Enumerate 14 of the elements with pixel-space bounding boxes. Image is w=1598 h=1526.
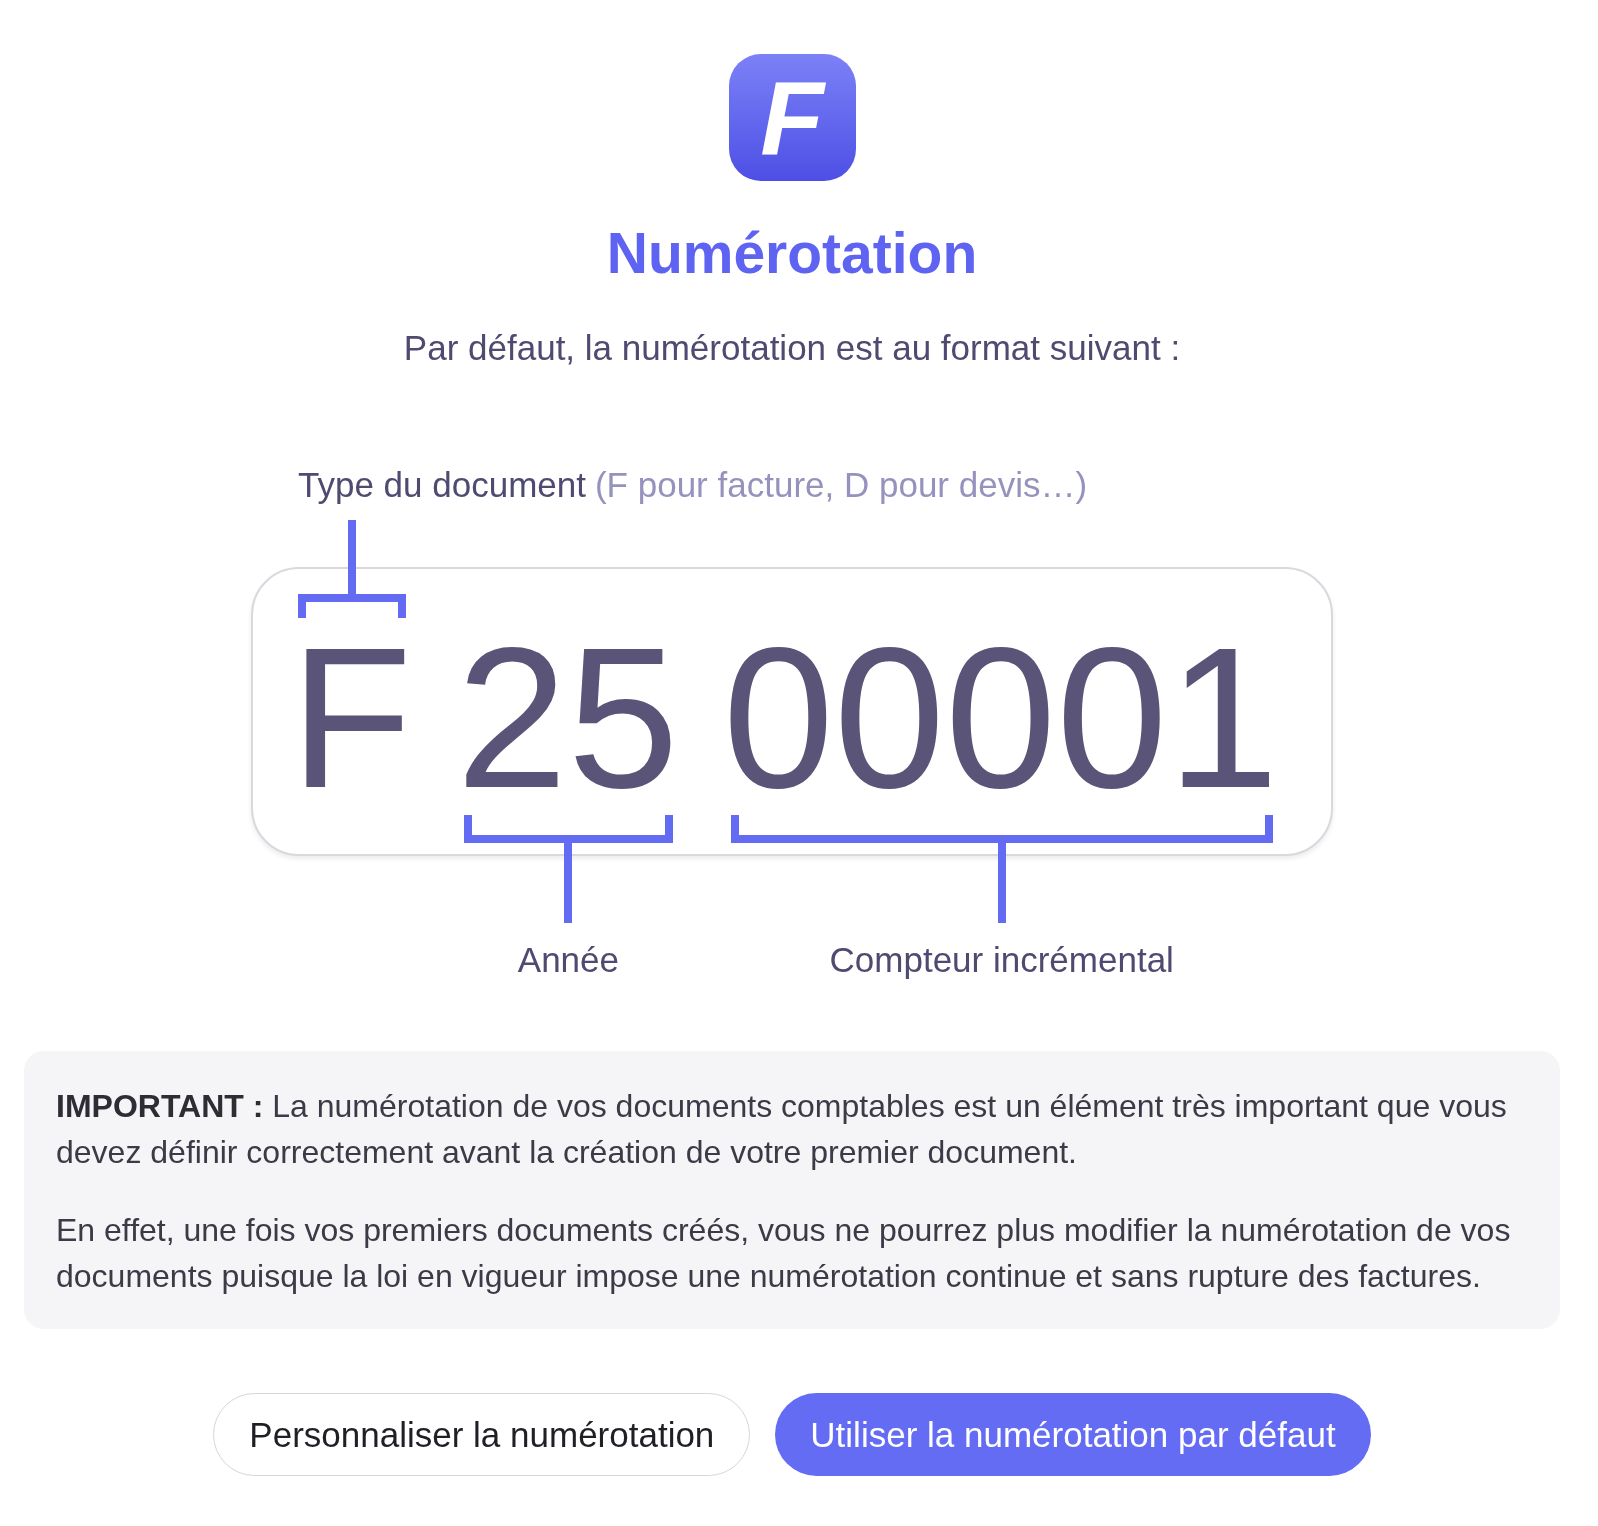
app-logo: F [728, 54, 856, 181]
number-part: 00001 [722, 618, 1279, 818]
customize-button[interactable]: Personnaliser la numérotation [213, 1393, 751, 1476]
format-caption: Par défaut, la numérotation est au format suivant : [403, 328, 1181, 368]
notice-paragraph: IMPORTANT : La numérotation de vos documents comptables est un élément très important que vous devez définir correctement avant la création de votre premier document. [56, 1087, 1508, 1172]
use-default-button[interactable]: Utiliser la numérotation par défaut [775, 1393, 1371, 1476]
segment-label: Type du document [298, 465, 586, 505]
segment-note: (F pour facture, D pour devis…) [594, 465, 1088, 505]
page-title: Numérotation [606, 221, 978, 285]
number-part: F [290, 618, 413, 818]
notice-paragraph: En effet, une fois vos premiers documents créés, vous ne pourrez plus modifier la numérotation de vos documents puisque la loi en vigueur impose une numérotation continue et sans rupture des factures. [56, 1211, 1512, 1296]
number-part: 25 [456, 618, 679, 818]
segment-label: Compteur incrémental [829, 940, 1174, 980]
segment-label: Année [517, 940, 619, 980]
